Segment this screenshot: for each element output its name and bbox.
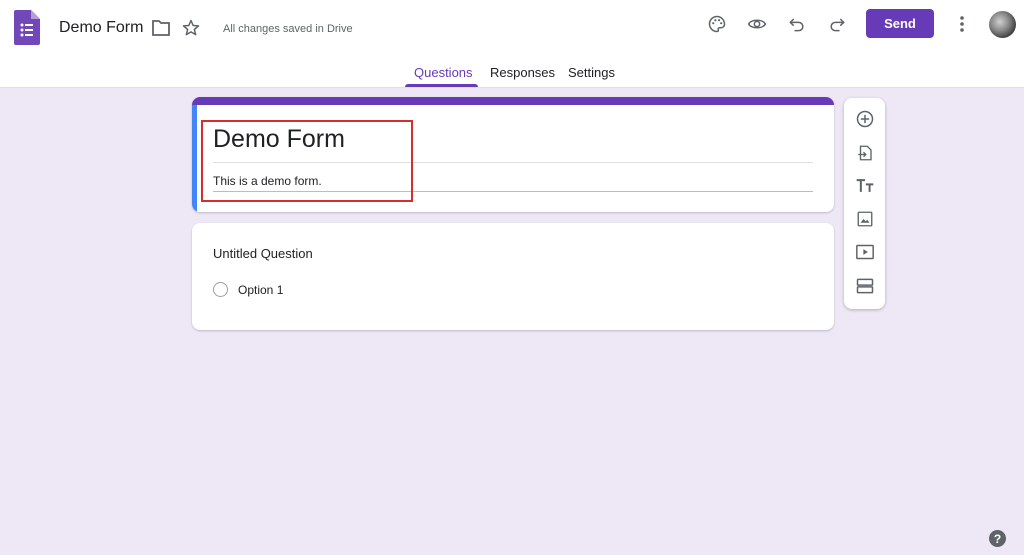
- radio-option[interactable]: [213, 282, 228, 297]
- card-accent-band: [192, 97, 834, 105]
- undo-icon[interactable]: [786, 13, 808, 35]
- question-card[interactable]: Untitled Question Option 1: [192, 223, 834, 330]
- folder-icon[interactable]: [150, 17, 172, 39]
- avatar[interactable]: [989, 11, 1016, 38]
- option-label[interactable]: Option 1: [238, 283, 283, 297]
- form-title[interactable]: Demo Form: [59, 18, 143, 38]
- palette-icon[interactable]: [706, 13, 728, 35]
- question-title[interactable]: Untitled Question: [213, 246, 313, 262]
- side-toolbar: [844, 98, 885, 309]
- tab-settings[interactable]: Settings: [568, 65, 615, 81]
- forms-app-icon[interactable]: [14, 10, 40, 45]
- highlight-annotation: [201, 120, 413, 202]
- add-video-icon[interactable]: [854, 241, 876, 263]
- tab-bar: Questions Responses Settings: [0, 60, 1024, 88]
- redo-icon[interactable]: [826, 13, 848, 35]
- preview-eye-icon[interactable]: [746, 13, 768, 35]
- help-icon[interactable]: ?: [989, 530, 1006, 547]
- add-question-icon[interactable]: [854, 108, 876, 130]
- tab-questions[interactable]: Questions: [414, 65, 473, 81]
- tab-responses[interactable]: Responses: [490, 65, 555, 81]
- add-image-icon[interactable]: [854, 208, 876, 230]
- active-card-indicator: [192, 105, 197, 212]
- app-header: Demo Form All changes saved in Drive Sen…: [0, 0, 1024, 88]
- send-button[interactable]: Send: [866, 9, 934, 38]
- add-section-icon[interactable]: [854, 275, 876, 297]
- save-status: All changes saved in Drive: [223, 23, 353, 35]
- add-title-icon[interactable]: [854, 175, 876, 197]
- star-icon[interactable]: [180, 17, 202, 39]
- more-vert-icon[interactable]: [951, 13, 973, 35]
- import-questions-icon[interactable]: [854, 142, 876, 164]
- active-tab-indicator: [405, 84, 478, 87]
